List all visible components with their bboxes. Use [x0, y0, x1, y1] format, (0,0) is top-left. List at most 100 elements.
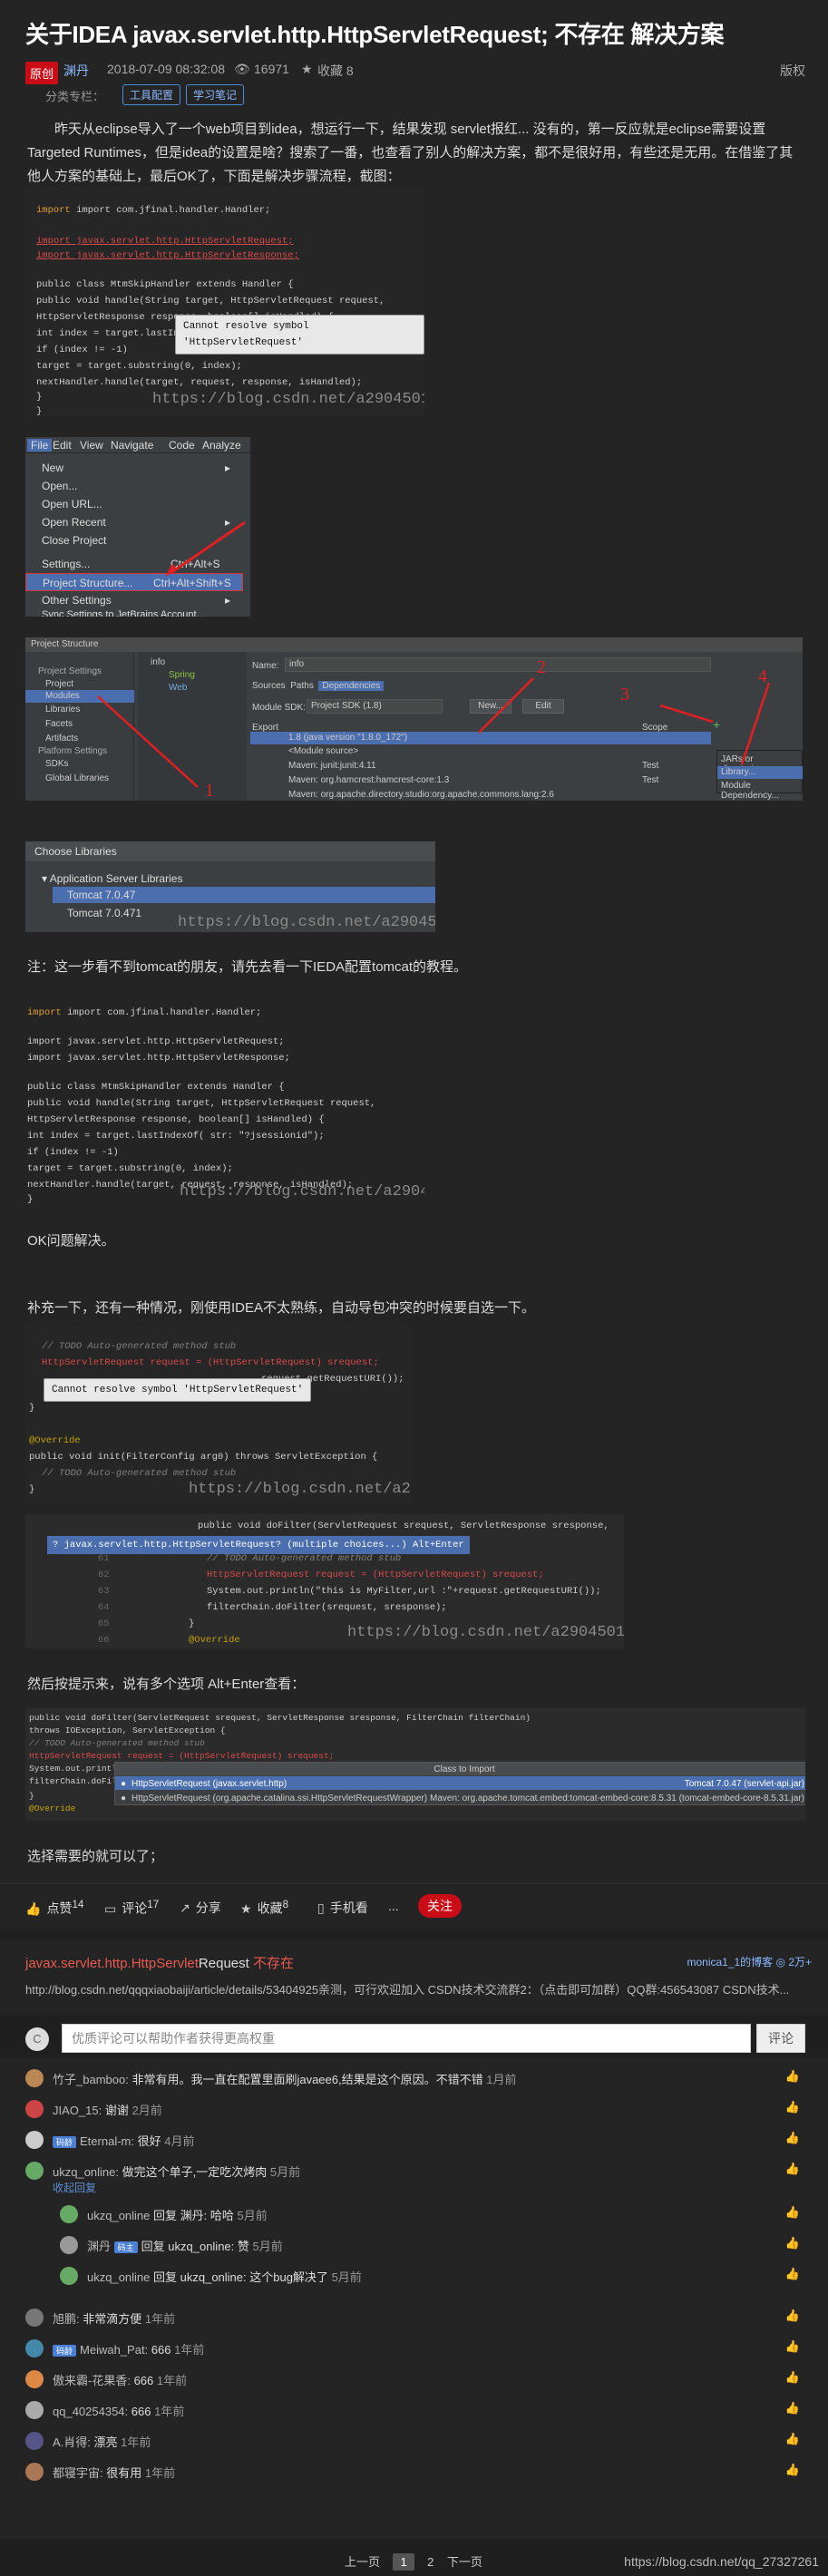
reply-item: ukzq_online 回复 ukzq_online: 这个bug解决了 5月前…: [60, 2265, 805, 2287]
action-bar: 👍 点赞14 ▭ 评论17 ↗ 分享 ★ 收藏8 ▯ 手机看 ... 关注: [0, 1883, 828, 1929]
author-link[interactable]: 渊丹: [63, 62, 89, 80]
like-icon[interactable]: 👍: [785, 2339, 800, 2354]
share-button[interactable]: ↗ 分享: [180, 1899, 221, 1917]
reply-item: 渊丹 码主 回复 ukzq_online: 赞 5月前 👍: [60, 2234, 805, 2256]
comment-list: 竹子_bamboo: 非常有用。我一直在配置里面刷javaee6,结果是这个原因…: [0, 2058, 828, 2539]
avatar: [25, 2463, 44, 2481]
publish-date: 2018-07-09 08:32:08: [107, 62, 225, 76]
like-icon[interactable]: 👍: [785, 2205, 800, 2220]
supplement-text: 补充一下，还有一种情况，刚使用IDEA不太熟练，自动导包冲突的时候要自选一下。: [27, 1300, 536, 1316]
avatar: [25, 2309, 44, 2327]
submit-comment-button[interactable]: 评论: [756, 2024, 805, 2053]
tag-study-notes[interactable]: 学习笔记: [186, 84, 245, 105]
recommended-source[interactable]: monica1_1的博客 ◎ 2万+: [687, 1954, 812, 1969]
menu-sync-settings[interactable]: Sync Settings to JetBrains Account...: [25, 606, 243, 617]
article: 关于IDEA javax.servlet.http.HttpServletReq…: [0, 0, 828, 1928]
intro-paragraph: 昨天从eclipse导入了一个web项目到idea，想运行一下，结果发现 ser…: [27, 122, 794, 184]
like-icon[interactable]: 👍: [785, 2100, 800, 2114]
mobile-view-button[interactable]: ▯ 手机看: [317, 1899, 368, 1917]
like-icon[interactable]: 👍: [785, 2236, 800, 2250]
code-screenshot-fixed: import import com.jfinal.handler.Handler…: [25, 994, 424, 1211]
file-menu-screenshot: File Edit View Navigate Code Analyze New…: [25, 437, 250, 617]
like-icon[interactable]: 👍: [785, 2463, 800, 2477]
page: 关于IDEA javax.servlet.http.HttpServletReq…: [0, 0, 828, 2576]
more-button[interactable]: ...: [388, 1899, 399, 1913]
favorite-count[interactable]: 收藏 8: [317, 62, 354, 80]
code-screenshot-class-import: public void doFilter(ServletRequest sreq…: [25, 1707, 805, 1821]
star-icon: ★: [240, 1900, 252, 1916]
original-badge: 原创: [25, 62, 59, 84]
prev-page-link[interactable]: 上一页: [345, 2555, 380, 2569]
article-title: 关于IDEA javax.servlet.http.HttpServletReq…: [25, 21, 725, 48]
recommended-article[interactable]: javax.servlet.http.HttpServletRequest 不存…: [0, 1940, 828, 2015]
reply-item: ukzq_online 回复 渊丹: 哈哈 5月前 👍: [60, 2203, 805, 2225]
avatar: [25, 2401, 44, 2419]
annotation-arrows: [97, 677, 771, 788]
avatar: [60, 2236, 78, 2254]
comment-form: C 优质评论可以帮助作者获得更高权重 评论: [25, 2020, 805, 2056]
menu-open[interactable]: Open...: [25, 477, 243, 495]
avatar: [25, 2131, 44, 2149]
comment-item: 傲来霸-花果香: 666 1年前 👍: [25, 2368, 805, 2390]
recommended-snippet: http://blog.csdn.net/qqqxiaobaiji/articl…: [25, 1983, 790, 1997]
avatar: [60, 2205, 78, 2223]
class-import-popup: Class to Import ● HttpServletRequest (ja…: [114, 1762, 805, 1805]
project-structure-screenshot: Project Structure Project Settings Proje…: [25, 637, 803, 801]
user-avatar-icon: C: [25, 2027, 49, 2051]
comment-icon: ▭: [104, 1900, 117, 1916]
like-icon[interactable]: 👍: [785, 2267, 800, 2281]
like-icon[interactable]: 👍: [785, 2432, 800, 2446]
choose-libraries-screenshot: Choose Libraries ▾ Application Server Li…: [25, 841, 435, 932]
page-1-link[interactable]: 1: [393, 2553, 414, 2571]
choose-text: 选择需要的就可以了；: [27, 1849, 164, 1864]
comment-item: 码龄 Eternal-m: 很好 4月前 👍: [25, 2129, 805, 2151]
comment-item: 旭鹏: 非常滴方便 1年前 👍: [25, 2307, 805, 2328]
copyright-link[interactable]: 版权: [780, 62, 805, 80]
code-screenshot-conflict: // TODO Auto-generated method stub HttpS…: [25, 1326, 411, 1502]
follow-button[interactable]: 关注: [418, 1894, 462, 1918]
favorite-button[interactable]: ★ 收藏8: [240, 1899, 288, 1918]
avatar: [25, 2100, 44, 2118]
comment-item: A.肖得: 漂亮 1年前 👍: [25, 2430, 805, 2452]
comment-item: JIAO_15: 谢谢 2月前 👍: [25, 2098, 805, 2120]
next-page-link[interactable]: 下一页: [447, 2555, 482, 2569]
like-icon[interactable]: 👍: [785, 2162, 800, 2176]
error-tooltip: Cannot resolve symbol 'HttpServletReques…: [175, 315, 424, 355]
avatar: [25, 2432, 44, 2450]
like-icon[interactable]: 👍: [785, 2131, 800, 2145]
import-option-javax[interactable]: ● HttpServletRequest (javax.servlet.http…: [115, 1776, 805, 1790]
like-icon[interactable]: 👍: [785, 2309, 800, 2323]
tag-tool-config[interactable]: 工具配置: [122, 84, 181, 105]
category-label: 分类专栏：: [45, 90, 105, 103]
avatar: [25, 2162, 44, 2180]
eye-icon: 👁: [234, 62, 250, 76]
footer-watermark: https://blog.csdn.net/qq_27327261: [624, 2554, 819, 2569]
comment-button[interactable]: ▭ 评论17: [104, 1899, 159, 1918]
avatar: [25, 2069, 44, 2087]
like-icon[interactable]: 👍: [785, 2370, 800, 2385]
like-button[interactable]: 👍 点赞14: [25, 1899, 83, 1918]
phone-icon: ▯: [317, 1900, 325, 1915]
comment-item: 都寝宇宙: 很有用 1年前 👍: [25, 2461, 805, 2483]
menu-open-url[interactable]: Open URL...: [25, 495, 243, 513]
avatar: [25, 2339, 44, 2357]
share-icon: ↗: [180, 1900, 190, 1915]
code-screenshot-alt-enter: public void doFilter(ServletRequest sreq…: [25, 1514, 624, 1648]
menu-new[interactable]: New ▸: [25, 459, 243, 477]
comment-item: qq_40254354: 666 1年前 👍: [25, 2399, 805, 2421]
comment-input[interactable]: 优质评论可以帮助作者获得更高权重: [62, 2024, 751, 2053]
star-icon: ★: [301, 62, 313, 76]
like-icon[interactable]: 👍: [785, 2069, 800, 2084]
comment-item: 竹子_bamboo: 非常有用。我一直在配置里面刷javaee6,结果是这个原因…: [25, 2067, 805, 2089]
code-screenshot-error: import import com.jfinal.handler.Handler…: [25, 186, 424, 417]
alt-enter-text: 然后按提示来，说有多个选项 Alt+Enter查看：: [27, 1677, 306, 1692]
like-icon[interactable]: 👍: [785, 2401, 800, 2416]
import-option-catalina[interactable]: ● HttpServletRequest (org.apache.catalin…: [115, 1791, 805, 1804]
comment-item: ukzq_online: 做完这个单子,一定吃次烤肉 5月前 👍: [25, 2160, 805, 2182]
article-meta: 原创 渊丹 2018-07-09 08:32:08 👁 16971 ★ 收藏 8…: [25, 60, 805, 84]
watermark: https://blog.csdn.net/a290450134: [152, 391, 424, 408]
tomcat-note: 注：这一步看不到tomcat的朋友，请先去看一下IEDA配置tomcat的教程。: [27, 959, 468, 975]
comment-item: 码龄 Meiwah_Pat: 666 1年前 👍: [25, 2338, 805, 2359]
page-2-link[interactable]: 2: [427, 2555, 433, 2569]
collapse-replies-link[interactable]: 收起回复: [53, 2180, 96, 2195]
